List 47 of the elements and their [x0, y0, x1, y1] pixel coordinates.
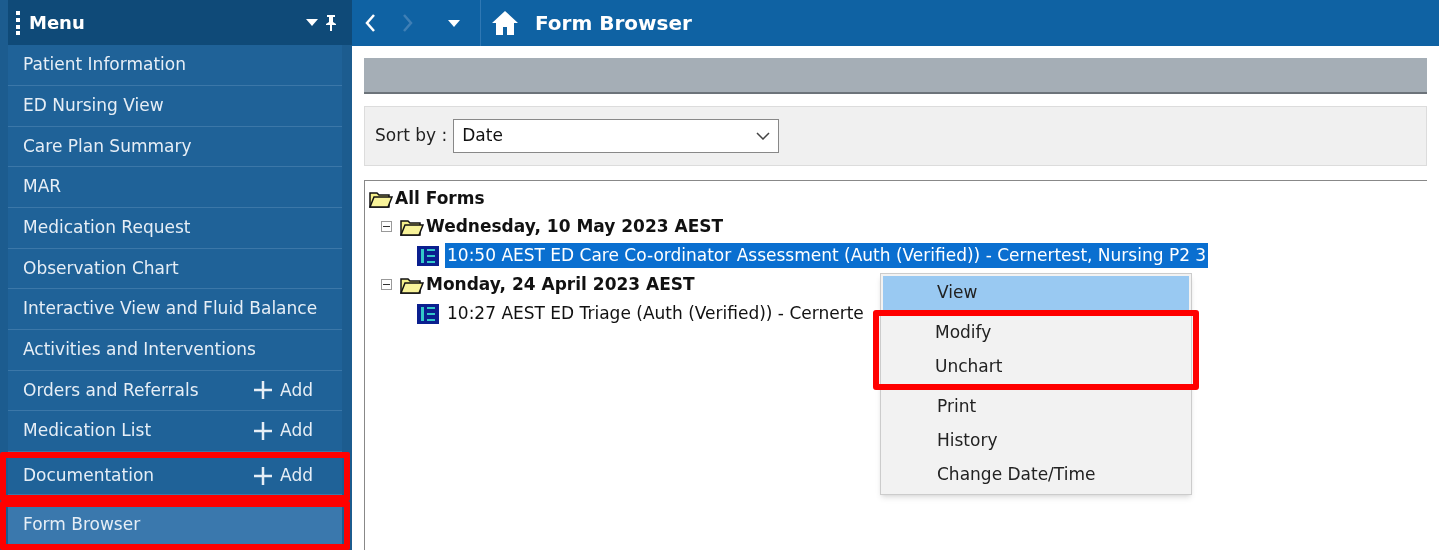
sort-dropdown[interactable]: Date — [453, 119, 780, 153]
sidebar-title: Menu — [29, 11, 86, 36]
pin-icon[interactable] — [326, 14, 336, 31]
menu-item[interactable]: Interactive View and Fluid Balance — [8, 289, 342, 330]
home-icon[interactable] — [491, 10, 519, 36]
form-icon — [417, 303, 439, 324]
dropdown-caret-icon[interactable] — [448, 19, 460, 27]
dropdown-caret-icon[interactable] — [306, 19, 318, 27]
menu-item[interactable]: MAR — [8, 167, 342, 208]
page-title: Form Browser — [535, 10, 692, 37]
sort-label: Sort by : — [375, 124, 448, 148]
menu-item[interactable]: Observation Chart — [8, 248, 342, 290]
menu-item[interactable]: ED Nursing View — [8, 85, 342, 127]
add-link[interactable]: Add — [254, 463, 313, 489]
context-menu-item[interactable]: Change Date/Time — [883, 458, 1189, 492]
folder-icon — [369, 189, 393, 208]
tree-node[interactable]: All Forms — [395, 185, 485, 212]
menu-item[interactable]: Form Browser — [8, 507, 342, 544]
back-icon[interactable] — [364, 13, 376, 33]
add-link[interactable]: Add — [254, 377, 313, 404]
chevron-down-icon — [756, 132, 771, 140]
drag-handle-icon — [16, 10, 21, 35]
tree-node[interactable]: Monday, 24 April 2023 AEST — [426, 271, 695, 298]
menu-item[interactable]: Care Plan Summary — [8, 126, 342, 168]
plus-icon — [254, 467, 273, 485]
collapse-icon[interactable] — [381, 279, 392, 290]
tree-node[interactable]: Wednesday, 10 May 2023 AEST — [426, 213, 724, 240]
menu-item[interactable]: Medication List Add — [8, 411, 342, 452]
menu-item[interactable]: Medication Request — [8, 207, 342, 249]
plus-icon — [254, 422, 273, 441]
menu-item[interactable]: Orders and Referrals Add — [8, 370, 342, 412]
folder-icon — [400, 217, 424, 236]
context-menu-item[interactable]: History — [883, 424, 1189, 458]
collapse-icon[interactable] — [381, 221, 392, 232]
context-menu-item[interactable]: Unchart — [881, 350, 1191, 384]
menu-item[interactable]: Activities and Interventions — [8, 329, 342, 371]
form-icon — [417, 245, 439, 266]
tree-node[interactable]: 10:50 AEST ED Care Co-ordinator Assessment (Auth (Verified)) - Cernertest, Nursing P2 3 — [445, 242, 1209, 269]
menu-item[interactable]: Patient Information — [8, 45, 342, 86]
plus-icon — [254, 381, 273, 400]
add-link[interactable]: Add — [254, 418, 313, 444]
folder-icon — [400, 275, 424, 294]
context-menu-item[interactable]: View — [883, 276, 1189, 310]
menu-item[interactable]: Documentation Add — [8, 458, 342, 495]
tree-node[interactable]: 10:27 AEST ED Triage (Auth (Verified)) - Cernerte — [445, 300, 866, 327]
context-menu-item[interactable]: Modify — [881, 316, 1191, 350]
context-menu-item[interactable]: Print — [883, 390, 1189, 424]
